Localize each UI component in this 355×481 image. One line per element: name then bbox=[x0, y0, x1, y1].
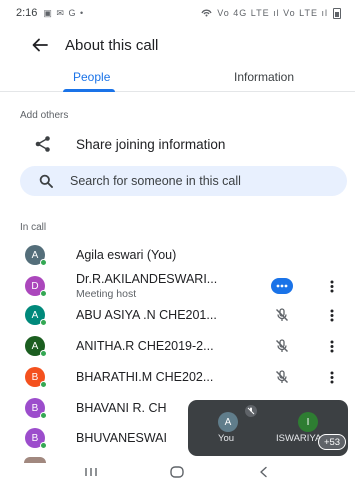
participant-row[interactable]: D Dr.R.AKILANDESWARI... Meeting host bbox=[0, 270, 355, 302]
participant-row[interactable]: B BHARATHI.M CHE202... bbox=[0, 363, 355, 391]
status-bar: 2:16 ▣ ✉ G • Vo 4G LTE ıl Vo LTE ıl bbox=[0, 0, 355, 26]
participant-row[interactable]: A ABU ASIYA .N CHE201... bbox=[0, 301, 355, 329]
notification-icons: ▣ ✉ G • bbox=[43, 7, 85, 18]
mic-off-icon bbox=[274, 369, 290, 385]
more-vert-icon bbox=[330, 309, 334, 321]
nav-back-button[interactable] bbox=[254, 465, 274, 479]
status-time: 2:16 bbox=[16, 7, 38, 19]
avatar-initial: B bbox=[31, 371, 39, 383]
participant-row[interactable]: A ANITHA.R CHE2019-2... bbox=[0, 332, 355, 360]
avatar-initial: A bbox=[224, 416, 232, 428]
share-joining-info-label: Share joining information bbox=[76, 136, 226, 152]
more-vert-icon bbox=[330, 280, 334, 292]
more-horizontal-icon bbox=[276, 284, 288, 288]
participant-name: ABU ASIYA .N CHE201... bbox=[76, 308, 217, 322]
more-vert-icon bbox=[330, 340, 334, 352]
system-nav-bar bbox=[0, 463, 355, 481]
pip-you-avatar: A bbox=[218, 412, 238, 432]
participant-name: BHAVANI R. CH bbox=[76, 401, 167, 415]
presence-dot bbox=[40, 381, 47, 388]
mic-off-icon bbox=[274, 338, 290, 354]
recent-apps-button[interactable] bbox=[81, 465, 101, 479]
overflow-count-badge: +53 bbox=[318, 434, 346, 450]
presence-dot bbox=[40, 259, 47, 266]
recent-apps-icon bbox=[85, 468, 97, 476]
presence-dot bbox=[40, 442, 47, 449]
more-options-button[interactable] bbox=[326, 278, 338, 294]
home-button[interactable] bbox=[167, 465, 187, 479]
pip-you-label: You bbox=[218, 433, 235, 444]
presence-dot bbox=[40, 350, 47, 357]
search-input[interactable] bbox=[70, 174, 320, 188]
add-others-label: Add others bbox=[20, 110, 69, 121]
search-icon bbox=[38, 173, 54, 189]
back-icon bbox=[260, 466, 267, 478]
avatar: A bbox=[25, 245, 47, 266]
pip-other-label: ISWARIYA bbox=[276, 433, 322, 444]
avatar-initial: B bbox=[31, 402, 39, 414]
battery-icon bbox=[333, 7, 341, 19]
share-joining-info-button[interactable]: Share joining information bbox=[0, 131, 355, 157]
more-options-button[interactable] bbox=[326, 338, 338, 354]
more-vert-icon bbox=[330, 371, 334, 383]
participant-row[interactable]: A Agila eswari (You) bbox=[0, 241, 355, 269]
home-icon bbox=[170, 466, 185, 478]
signal-icons: Vo 4G LTE ıl Vo LTE ıl bbox=[217, 8, 328, 18]
tab-people[interactable]: People bbox=[0, 62, 178, 91]
participant-name: BHARATHI.M CHE202... bbox=[76, 370, 214, 384]
avatar-initial: D bbox=[31, 280, 39, 292]
page-title: About this call bbox=[65, 36, 159, 54]
avatar-initial: I bbox=[306, 416, 310, 428]
status-left: 2:16 ▣ ✉ G • bbox=[16, 7, 84, 19]
mic-off-icon bbox=[245, 405, 257, 417]
participant-name: Agila eswari (You) bbox=[76, 248, 177, 262]
participant-role: Meeting host bbox=[76, 288, 137, 300]
participant-name: BHUVANESWAI bbox=[76, 431, 167, 445]
back-button[interactable] bbox=[19, 30, 61, 60]
avatar-initial: A bbox=[31, 340, 39, 352]
tab-bar: People Information bbox=[0, 62, 355, 92]
participant-name: Dr.R.AKILANDESWARI... bbox=[76, 272, 218, 286]
participant-name: ANITHA.R CHE2019-2... bbox=[76, 339, 214, 353]
share-icon bbox=[33, 134, 53, 154]
presence-dot bbox=[40, 319, 47, 326]
avatar-initial: A bbox=[31, 309, 39, 321]
more-options-button[interactable] bbox=[326, 307, 338, 323]
avatar: A bbox=[25, 336, 47, 357]
avatar-initial: B bbox=[31, 432, 39, 444]
app-bar: About this call bbox=[0, 30, 355, 60]
host-badge bbox=[271, 278, 293, 294]
search-box[interactable] bbox=[20, 166, 347, 196]
more-options-button[interactable] bbox=[326, 369, 338, 385]
mic-off-icon bbox=[274, 307, 290, 323]
status-right: Vo 4G LTE ıl Vo LTE ıl bbox=[201, 7, 341, 19]
avatar: B bbox=[25, 398, 47, 419]
pip-other-avatar: I bbox=[298, 412, 318, 432]
presence-dot bbox=[40, 412, 47, 419]
avatar: A bbox=[25, 305, 47, 326]
tab-information[interactable]: Information bbox=[178, 62, 355, 91]
in-call-label: In call bbox=[20, 222, 47, 233]
hotspot-icon bbox=[201, 8, 212, 19]
presence-dot bbox=[40, 290, 47, 297]
avatar: B bbox=[25, 428, 47, 449]
avatar-initial: A bbox=[31, 249, 39, 261]
avatar: D bbox=[25, 276, 47, 297]
avatar: B bbox=[25, 367, 47, 388]
arrow-back-icon bbox=[32, 38, 48, 52]
